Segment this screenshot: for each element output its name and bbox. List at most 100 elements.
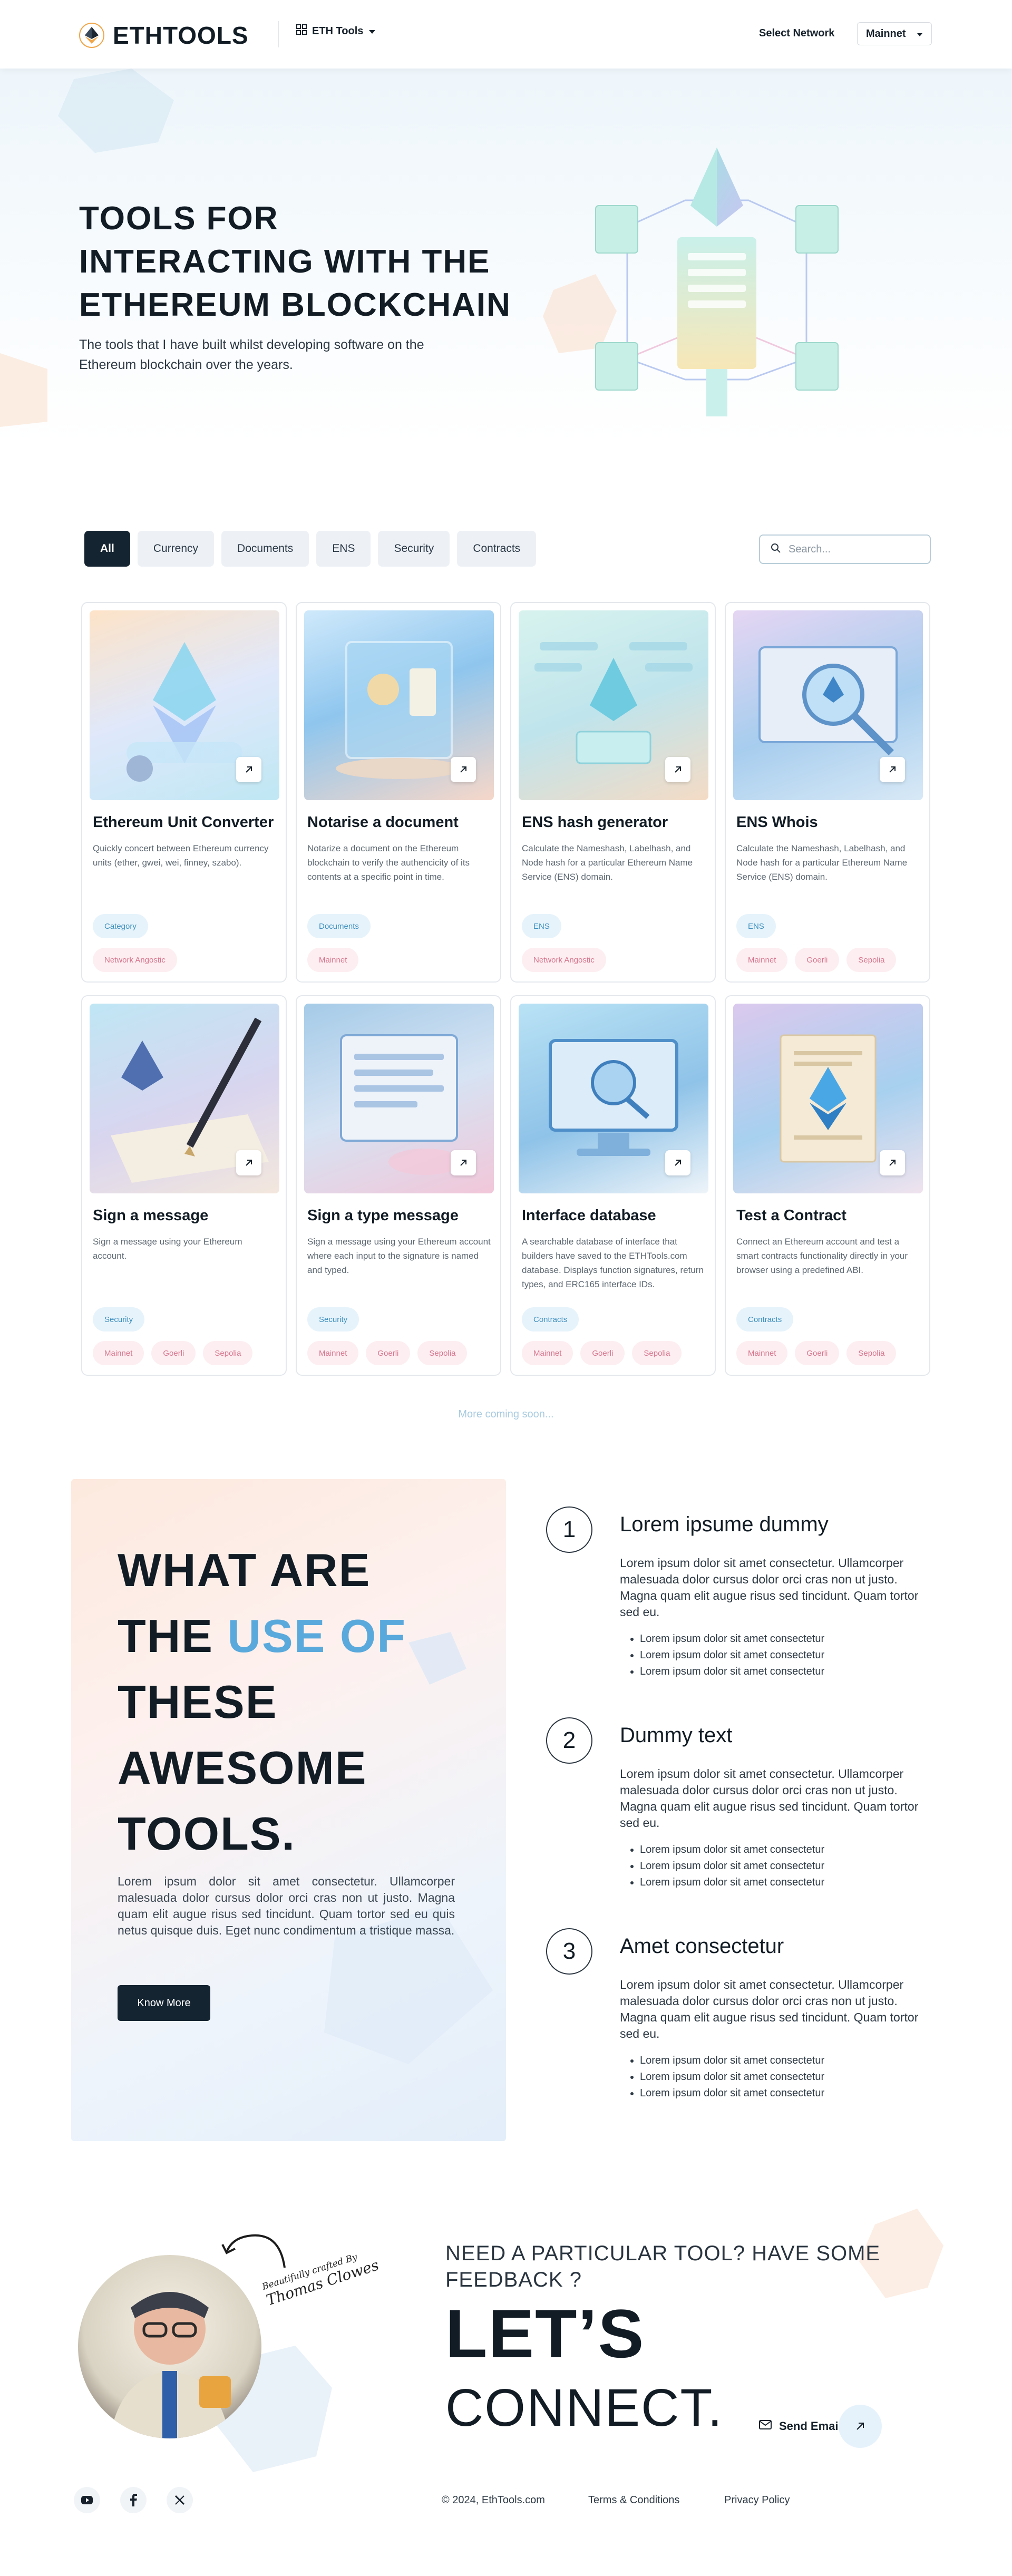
category-tags: Security (93, 1307, 145, 1331)
step-list: Lorem ipsum dolor sit amet consectetur L… (640, 1631, 930, 1680)
category-tag: Documents (307, 914, 371, 938)
send-email-button[interactable]: Send Email (759, 2405, 882, 2448)
network-tags: Mainnet (307, 948, 359, 972)
network-tag: Goerli (151, 1341, 196, 1365)
card-description: Calculate the Nameshash, Labelhash, and … (522, 843, 693, 882)
open-tool-arrow-icon[interactable] (665, 1150, 690, 1175)
list-item: Lorem ipsum dolor sit amet consectetur (640, 1664, 930, 1680)
open-tool-arrow-icon[interactable] (451, 757, 476, 782)
logo[interactable]: ETHTOOLS (79, 21, 249, 50)
category-tags: Contracts (522, 1307, 579, 1331)
card-title: Sign a type message (307, 1207, 459, 1224)
open-tool-arrow-icon[interactable] (236, 757, 261, 782)
network-tags: Mainnet Goerli Sepolia (522, 1341, 682, 1365)
network-tag: Network Angostic (522, 948, 606, 972)
info-heading-line: WHAT ARE (118, 1544, 371, 1596)
tool-card-sign-typed-message[interactable]: Sign a type message Sign a message using… (296, 995, 501, 1376)
network-tag: Mainnet (93, 1341, 144, 1365)
header-divider (278, 21, 279, 47)
network-tags: Mainnet Goerli Sepolia (307, 1341, 468, 1365)
tool-card-ens-whois[interactable]: ENS Whois Calculate the Nameshash, Label… (725, 602, 930, 983)
curved-arrow-icon (221, 2234, 286, 2268)
tool-card-notarise[interactable]: Notarise a document Notarize a document … (296, 602, 501, 983)
step-title: Amet consectetur (620, 1935, 784, 1958)
category-tags: Category (93, 914, 148, 938)
filter-chip-currency[interactable]: Currency (137, 531, 215, 567)
category-tag: ENS (522, 914, 561, 938)
privacy-link[interactable]: Privacy Policy (724, 2494, 790, 2506)
step-list: Lorem ipsum dolor sit amet consectetur L… (640, 2053, 930, 2102)
category-tags: Security (307, 1307, 359, 1331)
info-heading-line: TOOLS. (118, 1807, 296, 1860)
filter-chip-documents[interactable]: Documents (221, 531, 309, 567)
category-tag: ENS (736, 914, 776, 938)
info-heading-line: THESE (118, 1676, 278, 1728)
step-item: 3 Amet consectetur Lorem ipsum dolor sit… (546, 1928, 931, 2107)
tool-card-ens-hash[interactable]: ENS hash generator Calculate the Namesha… (510, 602, 716, 983)
open-tool-arrow-icon[interactable] (880, 1150, 905, 1175)
open-tool-arrow-icon[interactable] (665, 757, 690, 782)
terms-link[interactable]: Terms & Conditions (588, 2494, 679, 2506)
card-title: Ethereum Unit Converter (93, 814, 274, 831)
tool-card-interface-database[interactable]: Interface database A searchable database… (510, 995, 716, 1376)
category-tag: Category (93, 914, 148, 938)
list-item: Lorem ipsum dolor sit amet consectetur (640, 1631, 930, 1647)
network-tags: Mainnet Goerli Sepolia (736, 1341, 897, 1365)
open-tool-arrow-icon[interactable] (236, 1150, 261, 1175)
step-item: 2 Dummy text Lorem ipsum dolor sit amet … (546, 1717, 931, 1897)
filter-chip-contracts[interactable]: Contracts (457, 531, 537, 567)
know-more-button[interactable]: Know More (118, 1985, 210, 2021)
info-heading-part: THE (118, 1610, 228, 1662)
step-number: 1 (546, 1506, 592, 1553)
step-text: Lorem ipsum dolor sit amet consectetur. … (620, 1767, 919, 1830)
grid-icon (296, 24, 307, 38)
hero-section: TOOLS FOR INTERACTING WITH THE ETHEREUM … (0, 69, 1012, 485)
card-title: ENS Whois (736, 814, 818, 831)
card-title: ENS hash generator (522, 814, 668, 831)
filter-chip-security[interactable]: Security (378, 531, 450, 567)
step-item: 1 Lorem ipsume dummy Lorem ipsum dolor s… (546, 1506, 931, 1686)
search-input[interactable] (789, 543, 915, 556)
arrow-up-right-icon (838, 2405, 882, 2448)
network-tags: Network Angostic (93, 948, 177, 972)
hero-title: TOOLS FOR INTERACTING WITH THE ETHEREUM … (79, 200, 511, 323)
x-icon[interactable] (167, 2487, 193, 2513)
network-value: Mainnet (866, 27, 906, 40)
filter-chip-all[interactable]: All (84, 531, 130, 567)
step-number: 3 (546, 1928, 592, 1975)
list-item: Lorem ipsum dolor sit amet consectetur (640, 2053, 930, 2069)
category-tag: Contracts (522, 1307, 579, 1331)
category-tags: Documents (307, 914, 371, 938)
info-heading-highlight: USE OF (227, 1610, 407, 1662)
ethereum-blockchain-illustration (595, 148, 839, 416)
list-item: Lorem ipsum dolor sit amet consectetur (640, 1858, 930, 1874)
category-tag: Contracts (736, 1307, 794, 1331)
card-description: Connect an Ethereum account and test a s… (736, 1237, 908, 1275)
filter-chip-ens[interactable]: ENS (316, 531, 371, 567)
tool-card-unit-converter[interactable]: Ethereum Unit Converter Quickly concert … (81, 602, 287, 983)
network-select[interactable]: Mainnet (857, 22, 932, 45)
chevron-down-icon (917, 28, 923, 40)
open-tool-arrow-icon[interactable] (451, 1150, 476, 1175)
tools-menu-button[interactable]: ETH Tools (296, 24, 376, 38)
open-tool-arrow-icon[interactable] (880, 757, 905, 782)
decorative-cube (58, 69, 174, 153)
info-heading-line: AWESOME (118, 1742, 367, 1794)
chevron-down-icon (368, 25, 376, 37)
tools-menu-label: ETH Tools (312, 25, 364, 37)
list-item: Lorem ipsum dolor sit amet consectetur (640, 1842, 930, 1858)
mail-icon (759, 2419, 772, 2433)
logo-text: ETHTOOLS (113, 22, 249, 49)
avatar (78, 2255, 261, 2438)
network-tag: Network Angostic (93, 948, 177, 972)
facebook-icon[interactable] (120, 2487, 147, 2513)
network-tags: Mainnet Goerli Sepolia (736, 948, 897, 972)
network-tag: Goerli (795, 948, 840, 972)
youtube-icon[interactable] (74, 2487, 100, 2513)
tool-card-test-contract[interactable]: Test a Contract Connect an Ethereum acco… (725, 995, 930, 1376)
search-icon (771, 543, 781, 556)
tool-card-sign-message[interactable]: Sign a message Sign a message using your… (81, 995, 287, 1376)
connect-heading-connect: CONNECT. (445, 2378, 724, 2437)
list-item: Lorem ipsum dolor sit amet consectetur (640, 2085, 930, 2102)
ethereum-logo-icon (79, 23, 104, 48)
